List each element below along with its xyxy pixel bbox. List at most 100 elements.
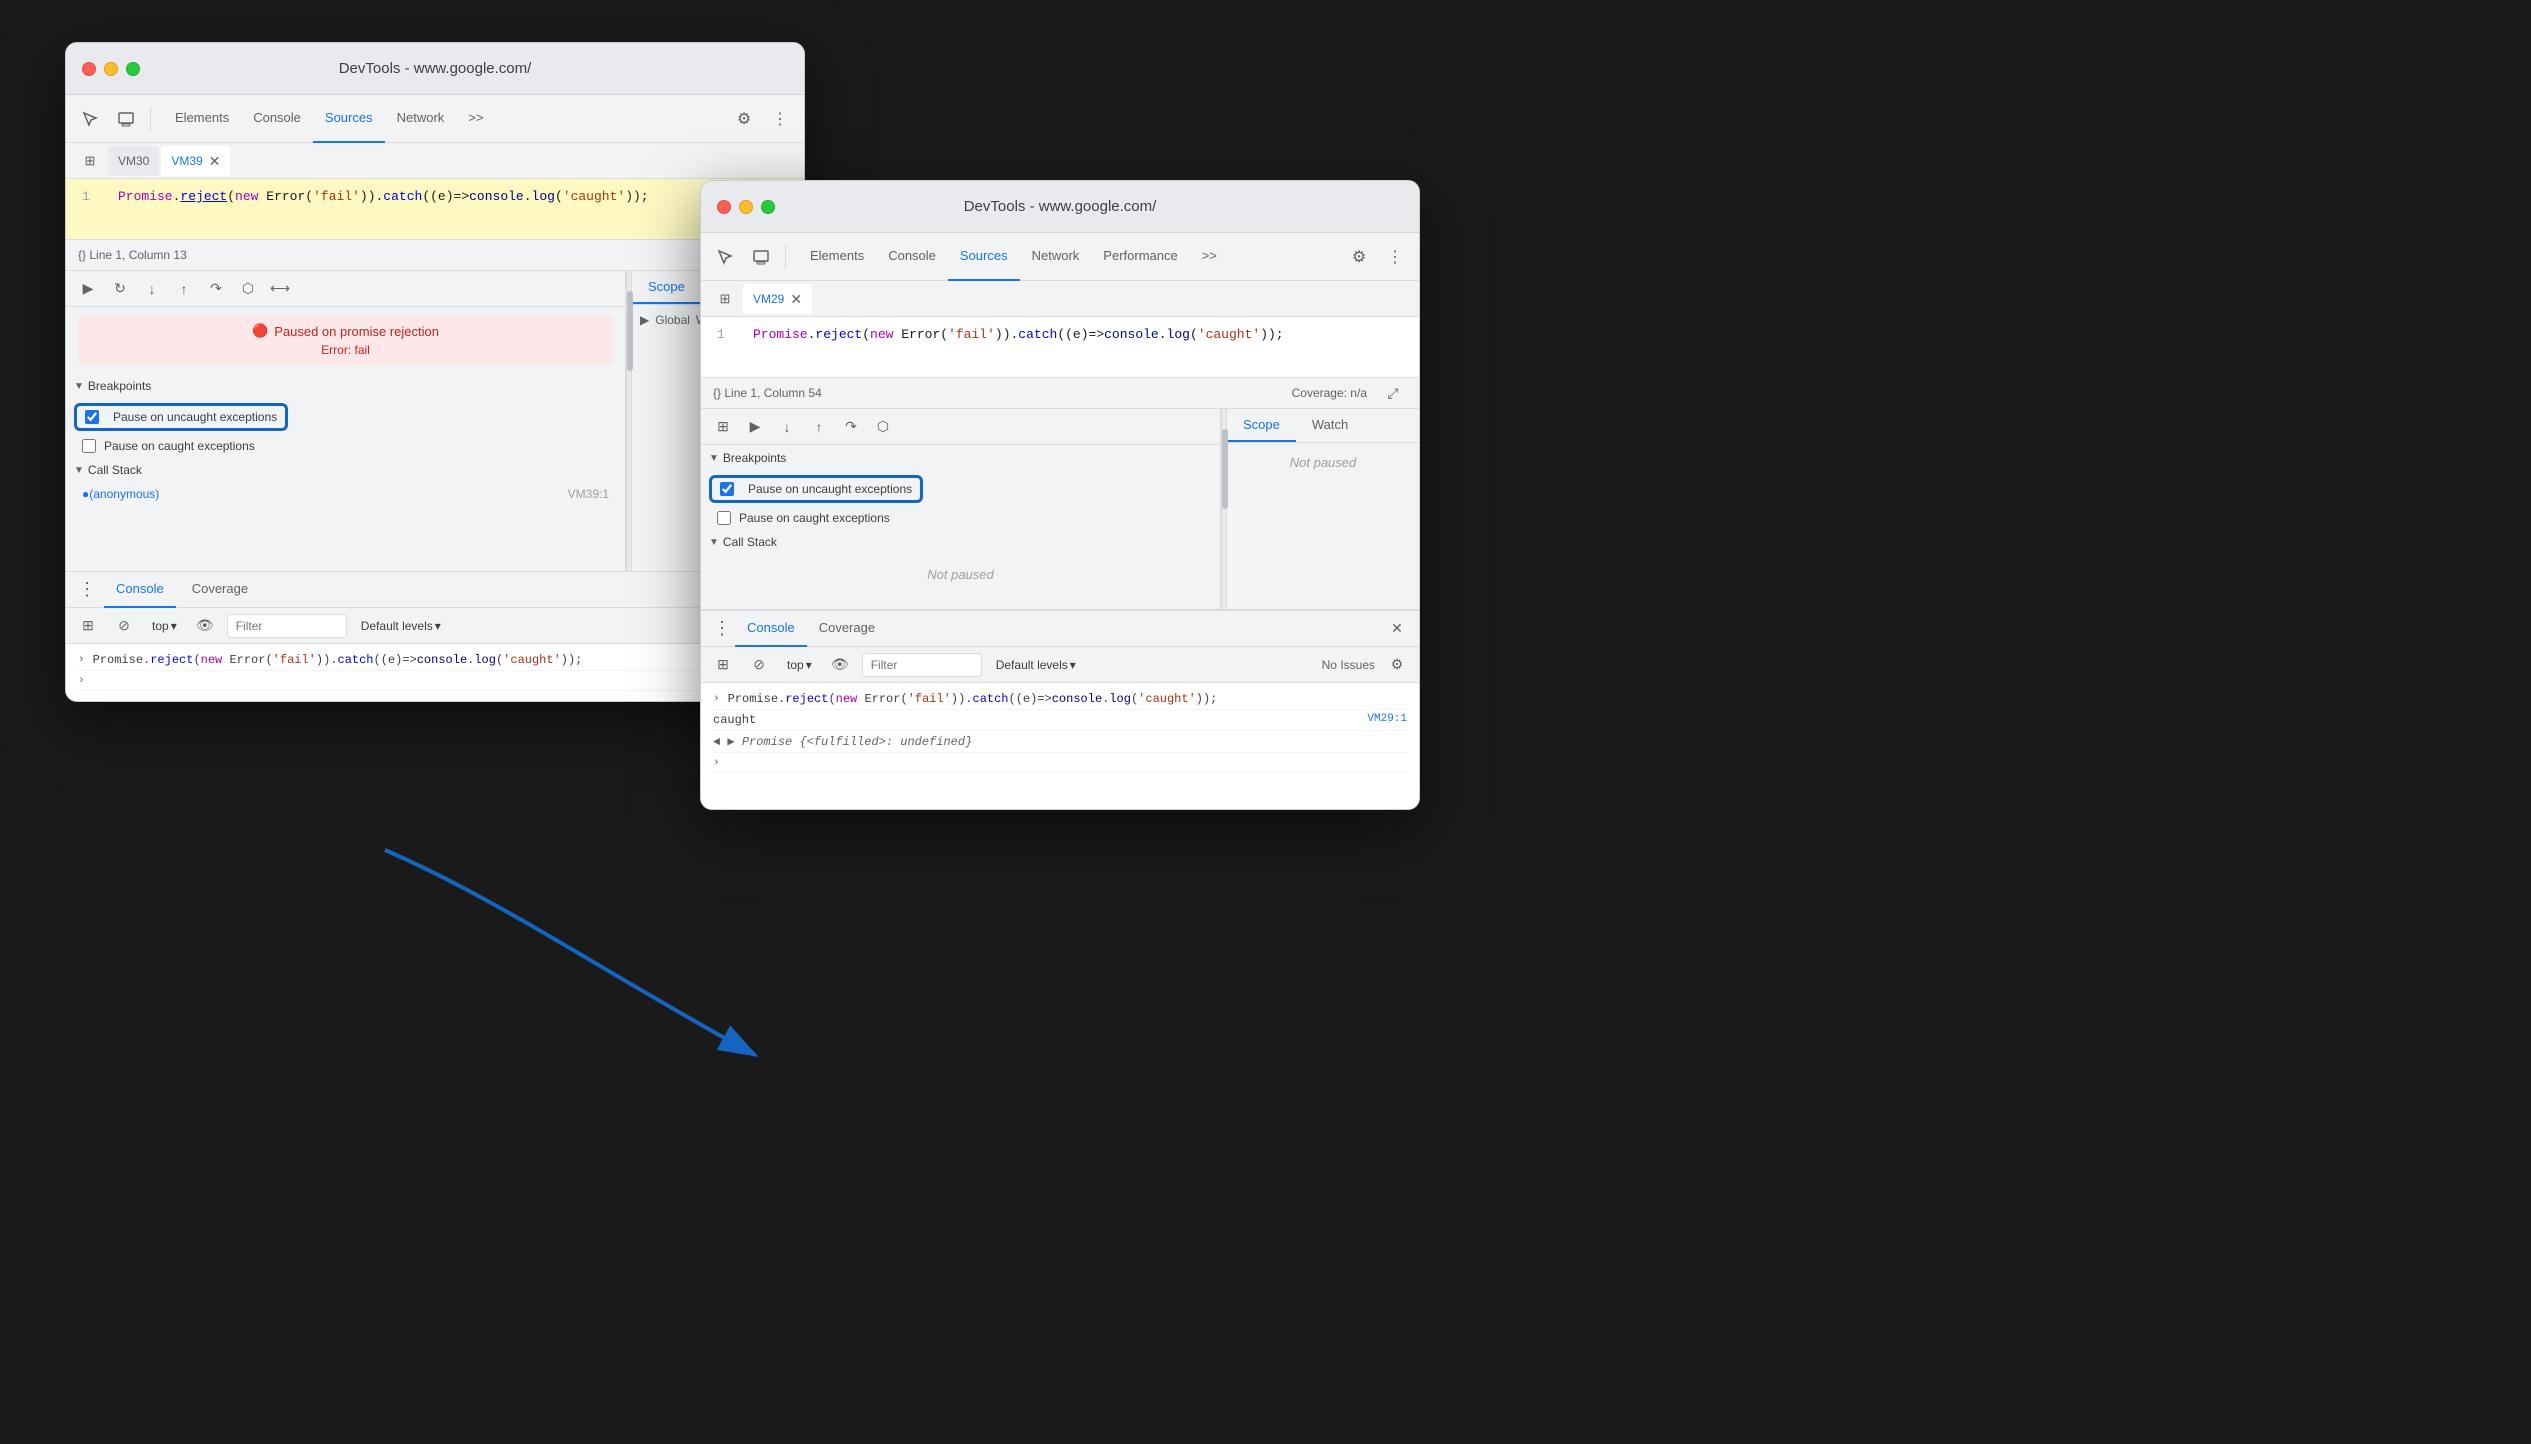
minimize-button-1[interactable] [104, 62, 118, 76]
code-content-2: Promise.reject(new Error('fail')).catch(… [753, 327, 1403, 342]
device-toolbar-icon-2[interactable] [745, 241, 777, 273]
console-line-2-promise: ◄ ▶ Promise {<fulfilled>: undefined} [713, 731, 1407, 753]
default-levels-btn-2[interactable]: Default levels ▾ [990, 654, 1082, 676]
devtools-window-1: DevTools - www.google.com/ Elements Cons… [65, 42, 805, 702]
tab-more-1[interactable]: >> [456, 95, 495, 143]
tab-elements-2[interactable]: Elements [798, 233, 876, 281]
scope-tab-scope-1[interactable]: Scope [632, 271, 701, 304]
maximize-button-2[interactable] [761, 200, 775, 214]
clear-console-icon-1[interactable]: ⊘ [110, 612, 138, 640]
coverage-expand-icon[interactable]: ⤢ [1379, 379, 1407, 407]
tab-console-2[interactable]: Console [876, 233, 948, 281]
not-paused-call-stack-2: Not paused [701, 555, 1220, 594]
gear-icon-2[interactable]: ⚙ [1343, 241, 1375, 273]
default-levels-btn-1[interactable]: Default levels ▾ [355, 615, 447, 637]
breakpoint-uncaught-checkbox-1[interactable] [85, 410, 99, 424]
devtools-window-2: DevTools - www.google.com/ Elements Cons… [700, 180, 1420, 810]
status-bar-2: {} Line 1, Column 54 Coverage: n/a ⤢ [701, 377, 1419, 409]
pause-notice-title-1: 🔴 Paused on promise rejection [90, 323, 601, 339]
sidebar-toggle-icon-2[interactable]: ⊞ [709, 283, 741, 315]
console-tab-coverage-2[interactable]: Coverage [807, 611, 887, 647]
breakpoints-section-header-2[interactable]: ▼ Breakpoints [701, 445, 1220, 471]
step-over-icon-2[interactable]: ↓ [773, 413, 801, 441]
console-tab-console-1[interactable]: Console [104, 572, 176, 608]
resume-icon-2[interactable]: ▶ [741, 413, 769, 441]
console-toolbar-1: ⊞ ⊘ top ▾ 👁 Default levels ▾ No Issues [66, 608, 804, 644]
breakpoints-toggle-icon-2[interactable]: ⊞ [709, 413, 737, 441]
tab-network-1[interactable]: Network [385, 95, 457, 143]
tab-performance-2[interactable]: Performance [1091, 233, 1189, 281]
call-stack-section-header-1[interactable]: ▼ Call Stack [66, 457, 625, 483]
sidebar-icon-console-2[interactable]: ⊞ [709, 651, 737, 679]
step-icon-2[interactable]: ↷ [837, 413, 865, 441]
breakpoints-section-header-1[interactable]: ▼ Breakpoints [66, 373, 625, 399]
step-into-icon[interactable]: ↓ [138, 275, 166, 303]
settings-icon-2[interactable]: ⚙ [1383, 651, 1411, 679]
close-console-icon-2[interactable]: ✕ [1383, 615, 1411, 643]
console-tab-coverage-1[interactable]: Coverage [180, 572, 260, 608]
inspect-element-icon-2[interactable] [709, 241, 741, 273]
call-stack-label-1: Call Stack [88, 463, 142, 477]
dont-pause-icon[interactable]: ⟷ [266, 275, 294, 303]
cursor-position-2: {} Line 1, Column 54 [713, 386, 822, 400]
breakpoint-caught-checkbox-1[interactable] [82, 439, 96, 453]
deactivate-breakpoints-icon-2[interactable]: ⬡ [869, 413, 897, 441]
top-dropdown-2[interactable]: top ▾ [781, 654, 818, 676]
scope-tab-watch-2[interactable]: Watch [1296, 409, 1364, 442]
call-stack-section-header-2[interactable]: ▼ Call Stack [701, 529, 1220, 555]
filter-input-2[interactable] [862, 653, 982, 677]
console-more-btn-2[interactable]: ⋮ [709, 614, 735, 643]
breakpoint-uncaught-checkbox-2[interactable] [720, 482, 734, 496]
eye-icon-2[interactable]: 👁 [826, 651, 854, 679]
file-tab-vm30[interactable]: VM30 [108, 146, 159, 176]
scroll-thumb-2[interactable] [1222, 429, 1228, 509]
tab-network-2[interactable]: Network [1020, 233, 1092, 281]
step-out-icon-2[interactable]: ↑ [805, 413, 833, 441]
maximize-button-1[interactable] [126, 62, 140, 76]
levels-chevron-icon: ▾ [435, 619, 441, 633]
clear-console-icon-2[interactable]: ⊘ [745, 651, 773, 679]
file-tab-vm29-close[interactable]: ✕ [790, 292, 802, 306]
console-more-btn-1[interactable]: ⋮ [74, 575, 100, 604]
inspect-element-icon[interactable] [74, 103, 106, 135]
breakpoint-caught-checkbox-2[interactable] [717, 511, 731, 525]
filter-input-1[interactable] [227, 614, 347, 638]
top-dropdown-1[interactable]: top ▾ [146, 615, 183, 637]
resume-icon[interactable]: ▶ [74, 275, 102, 303]
error-circle-icon: 🔴 [252, 323, 268, 339]
minimize-button-2[interactable] [739, 200, 753, 214]
file-tab-vm39-close[interactable]: ✕ [209, 154, 221, 168]
step-out-icon[interactable]: ↑ [170, 275, 198, 303]
tab-more-2[interactable]: >> [1190, 233, 1229, 281]
breakpoint-caught-label-2: Pause on caught exceptions [739, 511, 890, 525]
tab-console-1[interactable]: Console [241, 95, 313, 143]
tab-sources-2[interactable]: Sources [948, 233, 1020, 281]
console-panel-2: ⋮ Console Coverage ✕ ⊞ ⊘ top ▾ 👁 Default… [701, 609, 1419, 809]
close-button-2[interactable] [717, 200, 731, 214]
default-levels-label-1: Default levels [361, 619, 433, 633]
more-vert-icon-2[interactable]: ⋮ [1379, 241, 1411, 273]
console-tab-console-2[interactable]: Console [735, 611, 807, 647]
console-cursor-2: › [713, 753, 1407, 773]
step-icon[interactable]: ↷ [202, 275, 230, 303]
close-button-1[interactable] [82, 62, 96, 76]
eye-icon-1[interactable]: 👁 [191, 612, 219, 640]
more-vert-icon[interactable]: ⋮ [764, 103, 796, 135]
traffic-lights-2 [717, 200, 775, 214]
sidebar-toggle-icon[interactable]: ⊞ [74, 145, 106, 177]
sidebar-icon-console-1[interactable]: ⊞ [74, 612, 102, 640]
file-tabs-2: ⊞ VM29 ✕ [701, 281, 1419, 317]
scope-tab-scope-2[interactable]: Scope [1227, 409, 1296, 442]
file-tab-vm39[interactable]: VM39 ✕ [161, 146, 230, 176]
tab-elements-1[interactable]: Elements [163, 95, 241, 143]
scroll-thumb-1[interactable] [627, 291, 633, 371]
deactivate-breakpoints-icon[interactable]: ⬡ [234, 275, 262, 303]
breakpoint-uncaught-2: Pause on uncaught exceptions [709, 475, 923, 503]
chevron-down-icon-2: ▾ [806, 658, 812, 672]
gear-icon[interactable]: ⚙ [728, 103, 760, 135]
step-over-icon[interactable]: ↻ [106, 275, 134, 303]
vm29-link[interactable]: VM29:1 [1367, 713, 1407, 725]
tab-sources-1[interactable]: Sources [313, 95, 385, 143]
file-tab-vm29[interactable]: VM29 ✕ [743, 284, 812, 314]
device-toolbar-icon[interactable] [110, 103, 142, 135]
